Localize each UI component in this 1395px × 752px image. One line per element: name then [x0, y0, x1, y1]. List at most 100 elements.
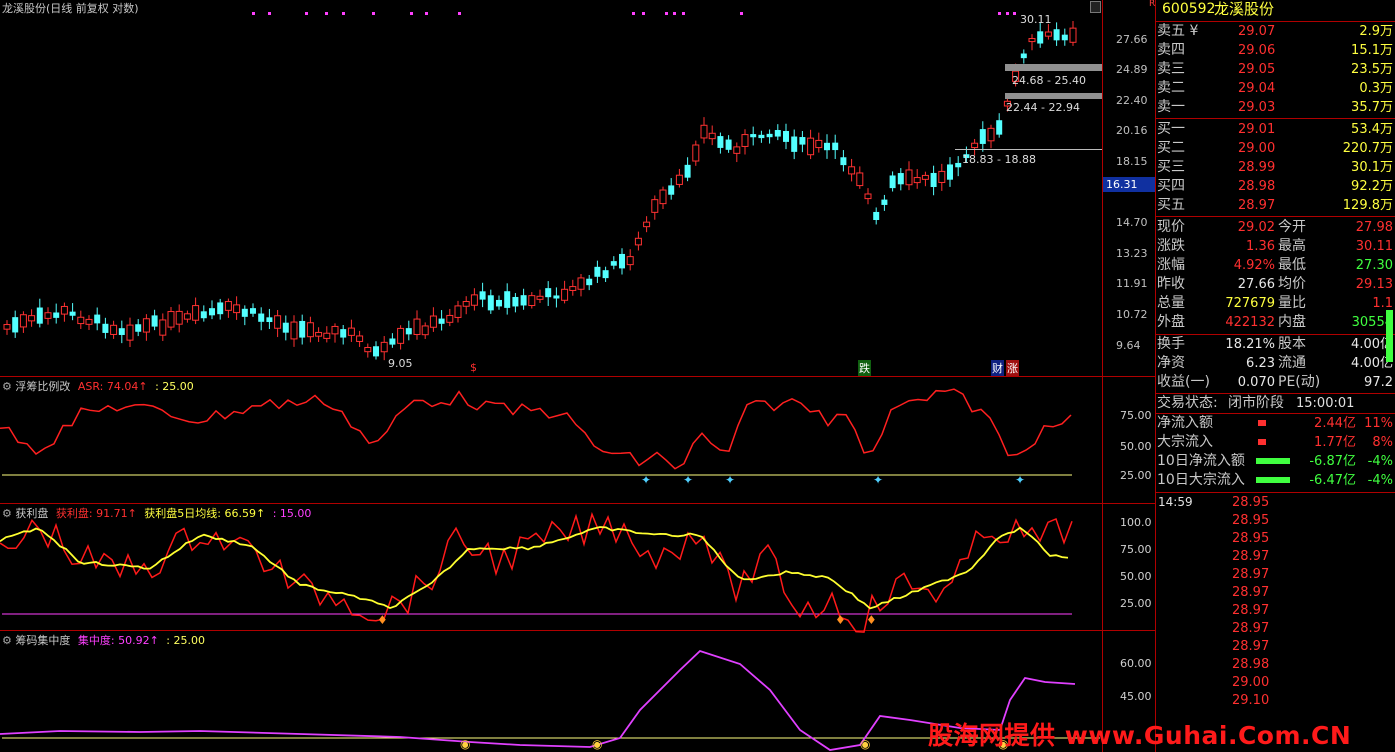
asr-line-group: ✦ ✦ ✦ ✦ ✦	[0, 388, 1072, 487]
tick-price: 29.10	[1232, 693, 1270, 708]
sell-price: 29.06	[1238, 43, 1276, 58]
marker-zhang[interactable]: 涨	[1006, 360, 1019, 376]
panel2-gear-icon[interactable]: ⚙	[2, 507, 12, 520]
fund-label: 换手	[1157, 336, 1185, 352]
sell-volume: 15.1万	[1351, 43, 1393, 58]
quote-row[interactable]: 涨跌 1.36 最高 30.11	[1156, 237, 1395, 256]
quote-row[interactable]: 总量 727679 量比 1.1	[1156, 294, 1395, 313]
tick-price: 28.97	[1232, 567, 1270, 582]
flow-row[interactable]: 大宗流入 1.77亿 8%	[1156, 433, 1395, 452]
panel2-ref-label: : 15.00	[272, 507, 312, 520]
panel3-tick: 60.00	[1120, 657, 1152, 670]
fund-row[interactable]: 换手 18.21% 股本 4.00亿	[1156, 335, 1395, 354]
sell-row[interactable]: 卖二 29.04 0.3万	[1156, 79, 1395, 98]
panel3-conc-label: 集中度: 50.92↑	[77, 634, 159, 647]
panel1-gear-icon[interactable]: ⚙	[2, 380, 12, 393]
fund-row[interactable]: 净资 6.23 流通 4.00亿	[1156, 354, 1395, 373]
price-tick: 10.72	[1116, 308, 1148, 321]
buy-row[interactable]: 买一 29.01 53.4万	[1156, 120, 1395, 139]
quote-row[interactable]: 现价 29.02 今开 27.98	[1156, 218, 1395, 237]
panel1-tick: 50.00	[1120, 440, 1152, 453]
flow-bar	[1258, 420, 1266, 426]
marker-dollar[interactable]: $	[470, 361, 477, 374]
buy-volume: 92.2万	[1351, 179, 1393, 194]
scroll-button[interactable]	[1090, 1, 1101, 13]
quote-label: 现价	[1157, 219, 1185, 235]
sell-volume: 23.5万	[1351, 62, 1393, 77]
quote-row[interactable]: 外盘 422132 内盘 30554	[1156, 313, 1395, 332]
volume-ratio-bar	[1386, 310, 1393, 362]
panel3-title: ⚙ 筹码集中度 集中度: 50.92↑ : 25.00	[2, 632, 205, 648]
panel2-ma5-label: 获利盘5日均线: 66.59↑	[144, 507, 266, 520]
fund-value: 6.23	[1246, 356, 1275, 371]
svg-text:◉: ◉	[592, 737, 602, 751]
quote-label: 量比	[1278, 295, 1306, 311]
marker-die[interactable]: 跌	[858, 360, 871, 376]
panel1-name: 浮筹比例改	[15, 380, 71, 393]
tick-price: 28.95	[1232, 513, 1270, 528]
buy-volume: 129.8万	[1342, 198, 1393, 213]
fund-value: 0.070	[1237, 375, 1275, 390]
flow-label: 净流入额	[1157, 415, 1213, 431]
sell-price: 29.07	[1238, 24, 1276, 39]
quote-label: 昨收	[1157, 276, 1185, 292]
buy-volume: 30.1万	[1351, 160, 1393, 175]
panel3-gear-icon[interactable]: ⚙	[2, 634, 12, 647]
quote-row[interactable]: 昨收 27.66 均价 29.13	[1156, 275, 1395, 294]
r-badge: R	[1149, 0, 1156, 9]
buy-label: 买二	[1157, 140, 1185, 156]
panel2-tick: 50.00	[1120, 570, 1152, 583]
trade-time: 15:00:01	[1296, 396, 1355, 411]
tick-time: 14:59	[1158, 495, 1193, 509]
tick-price: 28.97	[1232, 549, 1270, 564]
quote-row[interactable]: 涨幅 4.92% 最低 27.30	[1156, 256, 1395, 275]
panel3-ref-label: : 25.00	[166, 634, 205, 647]
tick-price: 28.97	[1232, 639, 1270, 654]
quote-label: 均价	[1278, 276, 1306, 292]
trade-status: 闭市阶段	[1228, 395, 1284, 411]
fund-row[interactable]: 收益(一) 0.070 PE(动) 97.2	[1156, 373, 1395, 392]
stock-header[interactable]: R 600592 龙溪股份	[1149, 0, 1395, 19]
flow-pct: -4%	[1367, 454, 1393, 469]
fund-label: 流通	[1278, 355, 1306, 371]
quote-value: 27.30	[1355, 258, 1393, 273]
fund-label: PE(动)	[1278, 374, 1321, 390]
trade-status-row: 交易状态: 闭市阶段 15:00:01	[1156, 394, 1395, 413]
quote-value: 29.02	[1237, 220, 1275, 235]
fund-value: 97.2	[1364, 375, 1393, 390]
sell-label: 卖一	[1157, 99, 1185, 115]
price-tick: 9.64	[1116, 339, 1141, 352]
quote-value: 727679	[1225, 296, 1275, 311]
flow-value: 2.44亿	[1314, 416, 1356, 431]
buy-price: 29.00	[1238, 141, 1276, 156]
sell-row[interactable]: 卖四 29.06 15.1万	[1156, 41, 1395, 60]
watermark-text: 股海网提供 www.Guhai.Com.CN	[928, 721, 1352, 750]
stock-code: 600592	[1162, 1, 1216, 17]
flow-row[interactable]: 净流入额 2.44亿 11%	[1156, 414, 1395, 433]
tick-price: 29.00	[1232, 675, 1270, 690]
tick-price: 28.95	[1232, 531, 1270, 546]
sell-label: 卖三	[1157, 61, 1185, 77]
sell-row[interactable]: 卖三 29.05 23.5万	[1156, 60, 1395, 79]
tick-price: 28.97	[1232, 603, 1270, 618]
buy-label: 买三	[1157, 159, 1185, 175]
fund-value: 18.21%	[1225, 337, 1275, 352]
buy-row[interactable]: 买四 28.98 92.2万	[1156, 177, 1395, 196]
tick-price: 28.95	[1232, 495, 1270, 510]
quote-label: 总量	[1157, 295, 1185, 311]
marker-cai[interactable]: 财	[991, 360, 1004, 376]
sell-price: 29.03	[1238, 100, 1276, 115]
buy-row[interactable]: 买二 29.00 220.7万	[1156, 139, 1395, 158]
buy-price: 29.01	[1238, 122, 1276, 137]
panel1-asr-label: ASR: 74.04↑	[77, 380, 148, 393]
sell-row[interactable]: 卖五 ¥ 29.07 2.9万	[1156, 22, 1395, 41]
band1-label: 24.68 - 25.40	[1012, 74, 1086, 87]
buy-row[interactable]: 买三 28.99 30.1万	[1156, 158, 1395, 177]
buy-row[interactable]: 买五 28.97 129.8万	[1156, 196, 1395, 215]
svg-text:✦: ✦	[725, 473, 735, 487]
chart-area[interactable]: ✦✦✦✦✦ ♦♦♦ ◉◉◉◉ 龙溪股份(日线 前复权 对数) ◇ 27.6624…	[0, 0, 1155, 752]
sell-row[interactable]: 卖一 29.03 35.7万	[1156, 98, 1395, 117]
panel3-name: 筹码集中度	[15, 634, 71, 647]
panel2-profit-label: 获利盘: 91.71↑	[55, 507, 137, 520]
svg-text:✦: ✦	[683, 473, 693, 487]
